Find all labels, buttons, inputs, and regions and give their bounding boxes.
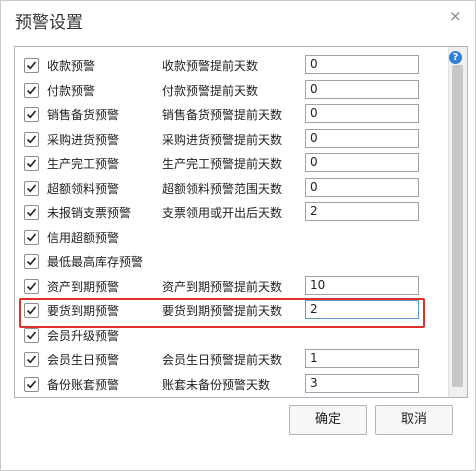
warning-name: 付款预警 [47, 83, 96, 98]
days-input[interactable]: 0 [305, 128, 419, 148]
checkmark-icon [26, 134, 37, 143]
warning-row: 会员升级预警 [15, 323, 445, 347]
days-input[interactable]: 0 [305, 104, 419, 123]
warning-checkbox[interactable] [24, 376, 39, 392]
checkmark-icon [26, 208, 37, 217]
warning-settings-dialog: 预警设置 × 收款预警 收款预警提前天数 0 付款预警 付款预警提前天数 0 销售备货预警销… [0, 0, 476, 471]
warning-name: 信用超额预警 [47, 230, 120, 245]
warning-row: 生产完工预警 生产完工预警提前天数 0 [15, 151, 445, 175]
warning-setting-label: 支票领用或开出后天数 [162, 206, 283, 220]
warning-checkbox[interactable] [24, 156, 39, 171]
warning-checkbox[interactable] [24, 131, 39, 147]
checkmark-icon [26, 257, 37, 266]
warning-name: 要货到期预警 [47, 304, 120, 318]
settings-list-panel: 收款预警 收款预警提前天数 0 付款预警 付款预警提前天数 0 销售备货预警 销售备货预警提前… [14, 46, 468, 398]
warning-name: 会员升级预警 [47, 328, 120, 343]
warning-setting-label: 要货到期预警提前天数 [162, 304, 283, 318]
warning-row: 信用超额预警 [15, 225, 445, 249]
checkmark-icon [26, 232, 37, 241]
checkmark-icon [26, 110, 37, 119]
warning-row: 采购进货预警 采购进货预警提前天数 0 [15, 127, 445, 151]
warning-checkbox[interactable] [24, 180, 39, 196]
checkmark-icon [26, 159, 37, 168]
help-icon[interactable]: ? [449, 51, 462, 64]
days-input[interactable]: 2 [305, 300, 419, 319]
days-input[interactable]: 2 [305, 202, 419, 221]
warning-checkbox[interactable] [24, 58, 39, 73]
warning-row: 付款预警 付款预警提前天数 0 [15, 78, 445, 102]
warning-row: 未报销支票预警 支票领用或开出后天数 2 [15, 200, 445, 224]
warning-row: 资产到期预警 资产到期预警提前天数 10 [15, 274, 445, 298]
warning-name: 会员生日预警 [47, 353, 120, 367]
checkmark-icon [26, 281, 37, 290]
days-input[interactable]: 0 [305, 55, 419, 74]
days-input[interactable]: 3 [305, 373, 419, 393]
ok-button[interactable]: 确定 [289, 405, 367, 435]
scrollbar-thumb[interactable] [452, 65, 463, 387]
close-icon[interactable]: × [449, 7, 462, 25]
warning-row: 要货到期预警 要货到期预警提前天数 2 [15, 298, 445, 328]
warning-setting-label: 账套未备份预警天数 [162, 377, 271, 392]
warning-setting-label: 资产到期预警提前天数 [162, 279, 283, 294]
warning-checkbox[interactable] [24, 278, 39, 294]
warning-checkbox[interactable] [24, 205, 39, 220]
warning-row: 会员生日预警 会员生日预警提前天数 1 [15, 347, 445, 371]
checkmark-icon [26, 61, 37, 70]
warning-checkbox[interactable] [24, 254, 39, 269]
warning-name: 收款预警 [47, 59, 96, 73]
warning-setting-label: 超额领料预警范围天数 [162, 181, 283, 196]
warning-checkbox[interactable] [24, 107, 39, 122]
warning-row: 最低最高库存预警 [15, 249, 445, 273]
warning-checkbox[interactable] [24, 327, 39, 343]
warning-name: 超额领料预警 [47, 181, 120, 196]
dialog-title: 预警设置 [15, 13, 83, 33]
warning-name: 销售备货预警 [47, 108, 120, 122]
warning-name: 生产完工预警 [47, 157, 120, 171]
cancel-button[interactable]: 取消 [375, 405, 453, 435]
checkmark-icon [26, 306, 37, 315]
warning-setting-label: 付款预警提前天数 [162, 83, 259, 98]
warning-checkbox[interactable] [24, 352, 39, 367]
warning-name: 资产到期预警 [47, 279, 120, 294]
warning-name: 备份账套预警 [47, 377, 120, 392]
checkmark-icon [26, 85, 37, 94]
title-bar: 预警设置 × [1, 1, 475, 37]
days-input[interactable]: 0 [305, 79, 419, 99]
warning-setting-label: 采购进货预警提前天数 [162, 132, 283, 147]
warning-checkbox[interactable] [24, 303, 39, 318]
warning-row: 超额领料预警 超额领料预警范围天数 0 [15, 176, 445, 200]
warning-name: 最低最高库存预警 [47, 255, 144, 269]
days-input[interactable]: 1 [305, 349, 419, 368]
checkmark-icon [26, 330, 37, 339]
warning-checkbox[interactable] [24, 229, 39, 245]
warning-setting-label: 生产完工预警提前天数 [162, 157, 283, 171]
checkmark-icon [26, 379, 37, 388]
checkmark-icon [26, 183, 37, 192]
warning-name: 采购进货预警 [47, 132, 120, 147]
days-input[interactable]: 0 [305, 177, 419, 197]
warning-setting-label: 销售备货预警提前天数 [162, 108, 283, 122]
warning-checkbox[interactable] [24, 82, 39, 98]
days-input[interactable]: 0 [305, 153, 419, 172]
warning-name: 未报销支票预警 [47, 206, 132, 220]
warning-row: 销售备货预警 销售备货预警提前天数 0 [15, 102, 445, 126]
warning-setting-label: 收款预警提前天数 [162, 59, 259, 73]
warning-setting-label: 会员生日预警提前天数 [162, 353, 283, 367]
warning-row: 备份账套预警 账套未备份预警天数 3 [15, 372, 445, 396]
checkmark-icon [26, 355, 37, 364]
warning-row: 收款预警 收款预警提前天数 0 [15, 53, 445, 77]
days-input[interactable]: 10 [305, 275, 419, 295]
